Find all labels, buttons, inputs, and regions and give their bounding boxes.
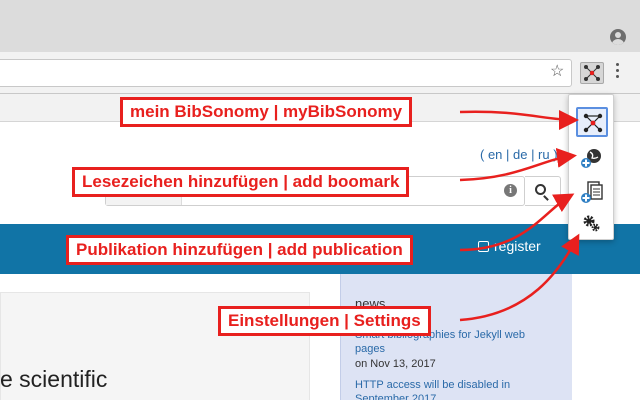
profile-icon[interactable]: [610, 29, 626, 45]
star-icon[interactable]: ☆: [550, 62, 564, 82]
edit-icon: [478, 241, 489, 252]
add-publication-button[interactable]: [576, 177, 608, 207]
callout-settings: Einstellungen | Settings: [218, 306, 431, 336]
globe-plus-icon: [581, 149, 601, 168]
menu-icon[interactable]: [616, 63, 620, 81]
news-date: on Nov 13, 2017: [355, 358, 436, 370]
news-panel: news Smart bibliographies for Jekyll web…: [340, 274, 572, 400]
document-plus-icon: [581, 181, 603, 203]
my-bibsonomy-button[interactable]: [576, 107, 608, 137]
callout-add-publication: Publikation hinzufügen | add publication: [66, 235, 413, 265]
news-link[interactable]: HTTP access will be disabled in Septembe…: [355, 378, 565, 400]
add-bookmark-button[interactable]: [576, 143, 608, 173]
extension-popup: [568, 94, 614, 240]
search-button[interactable]: [525, 176, 561, 206]
language-switcher[interactable]: ( en | de | ru ): [480, 147, 558, 162]
info-icon[interactable]: i: [504, 184, 517, 197]
search-icon: [535, 184, 546, 195]
register-link[interactable]: register: [478, 238, 541, 254]
settings-button[interactable]: [576, 209, 608, 239]
address-bar[interactable]: [0, 59, 572, 87]
page-headline: e scientific: [0, 366, 108, 392]
bibsonomy-extension-icon[interactable]: [580, 62, 604, 84]
register-label: register: [494, 238, 541, 254]
gears-icon: [583, 215, 600, 232]
browser-toolbar: ☆: [0, 52, 640, 94]
callout-add-bookmark: Lesezeichen hinzufügen | add boomark: [72, 167, 410, 197]
browser-tab-strip: [0, 0, 640, 52]
callout-my-bibsonomy: mein BibSonomy | myBibSonomy: [120, 97, 413, 127]
network-icon: [583, 113, 603, 133]
